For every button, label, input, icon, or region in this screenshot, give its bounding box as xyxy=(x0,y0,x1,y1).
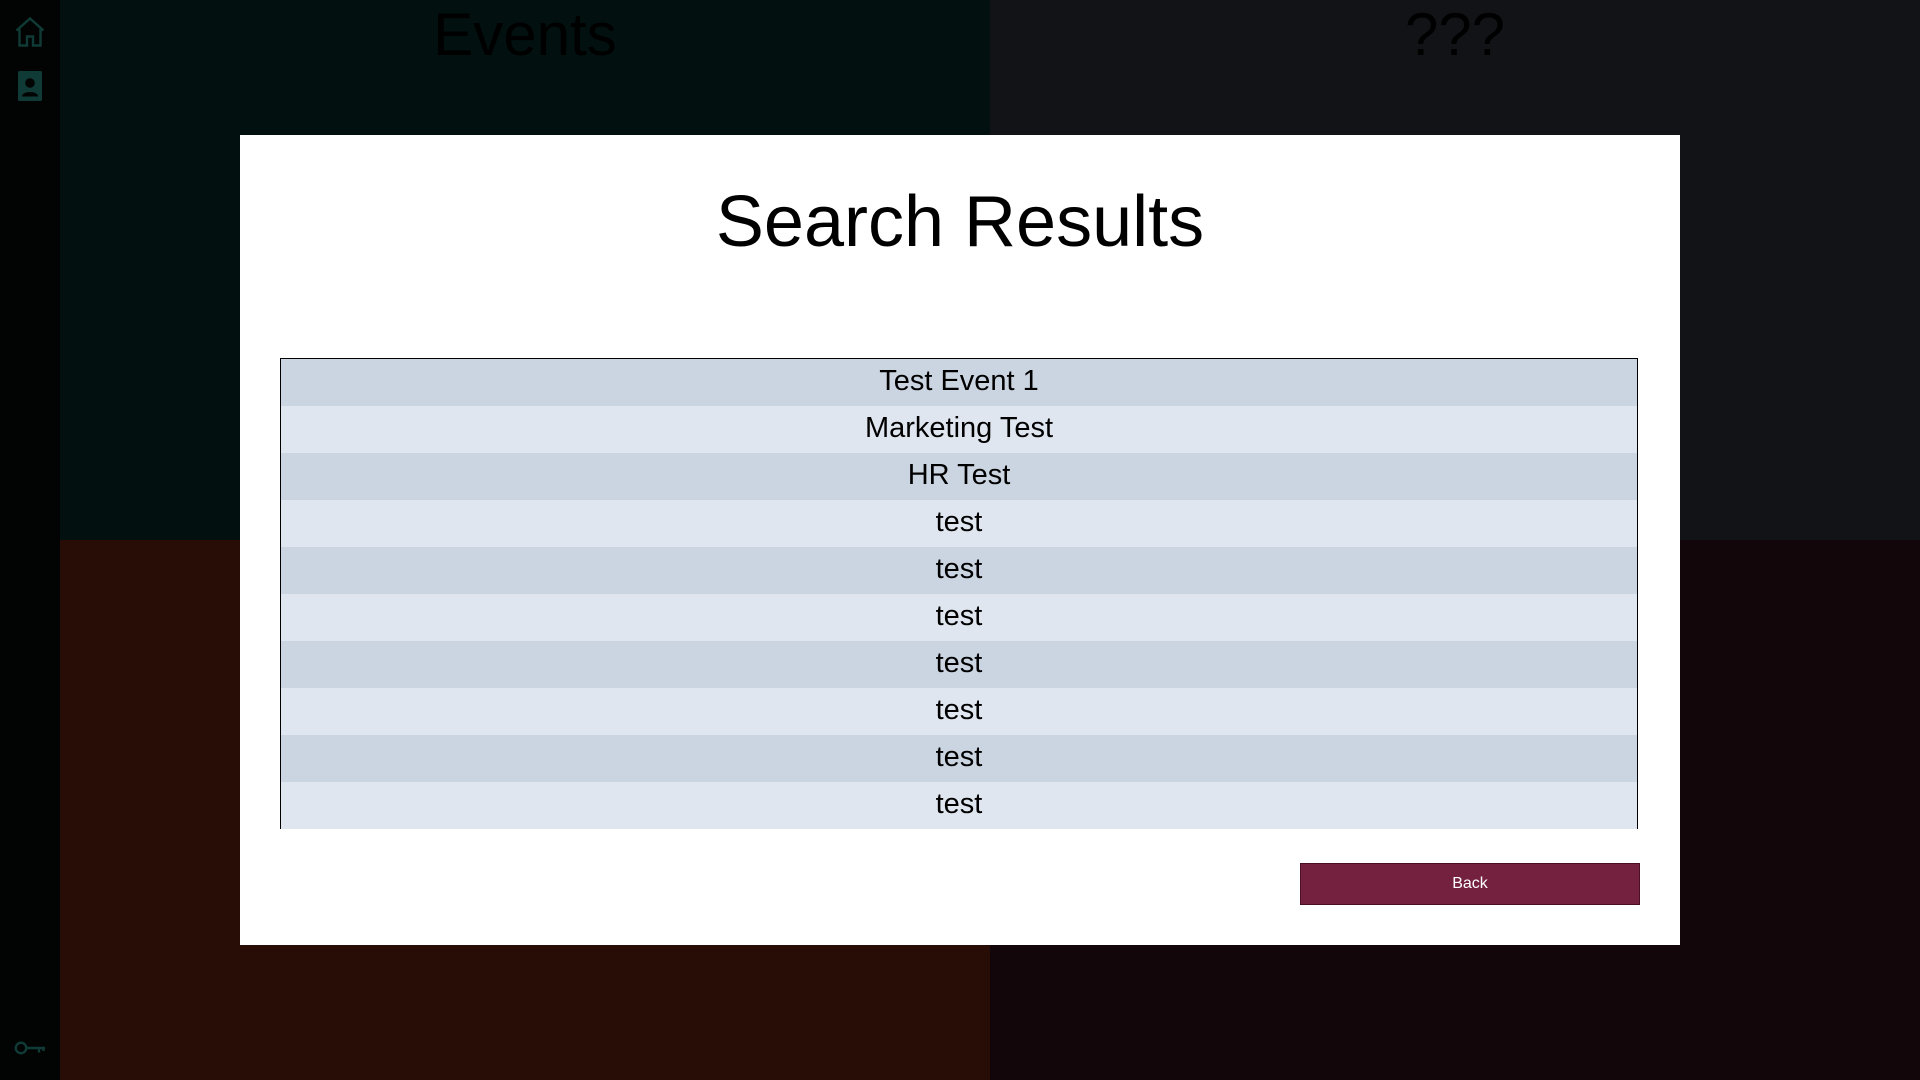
dialog-title: Search Results xyxy=(715,182,1205,262)
sidebar xyxy=(0,0,60,1080)
results-list: Test Event 1 Marketing Test HR Test test tes… xyxy=(280,358,1638,829)
key-icon[interactable] xyxy=(10,1028,50,1068)
back-button[interactable]: Back xyxy=(1300,863,1640,905)
contact-icon[interactable] xyxy=(10,66,50,106)
events-tile-title: Events xyxy=(433,1,617,68)
list-item[interactable]: Test Event 1 xyxy=(281,359,1637,406)
list-item[interactable]: HR Test xyxy=(281,453,1637,500)
search-results-dialog: Search Results Test Event 1 Marketing Tes… xyxy=(240,135,1680,945)
list-item[interactable]: test xyxy=(281,547,1637,594)
list-item[interactable]: test xyxy=(281,641,1637,688)
list-item[interactable]: Marketing Test xyxy=(281,406,1637,453)
list-item[interactable]: test xyxy=(281,594,1637,641)
list-item[interactable]: test xyxy=(281,735,1637,782)
list-item[interactable]: test xyxy=(281,500,1637,547)
unknown-tile-title: ??? xyxy=(1404,1,1506,68)
list-item[interactable]: test xyxy=(281,688,1637,735)
list-item[interactable]: test xyxy=(281,782,1637,829)
home-icon[interactable] xyxy=(10,12,50,52)
